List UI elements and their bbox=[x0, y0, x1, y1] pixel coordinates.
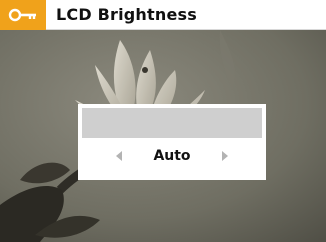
brightness-dialog: Auto bbox=[78, 104, 266, 180]
camera-screen: LCD Brightness Auto bbox=[0, 0, 326, 242]
dialog-header-bar bbox=[82, 108, 262, 138]
page-title: LCD Brightness bbox=[56, 5, 197, 24]
title-bar: LCD Brightness bbox=[0, 0, 326, 30]
arrow-left-icon[interactable] bbox=[116, 151, 122, 161]
settings-key-icon bbox=[0, 0, 46, 30]
arrow-right-icon[interactable] bbox=[222, 151, 228, 161]
brightness-value[interactable]: Auto bbox=[128, 146, 216, 166]
